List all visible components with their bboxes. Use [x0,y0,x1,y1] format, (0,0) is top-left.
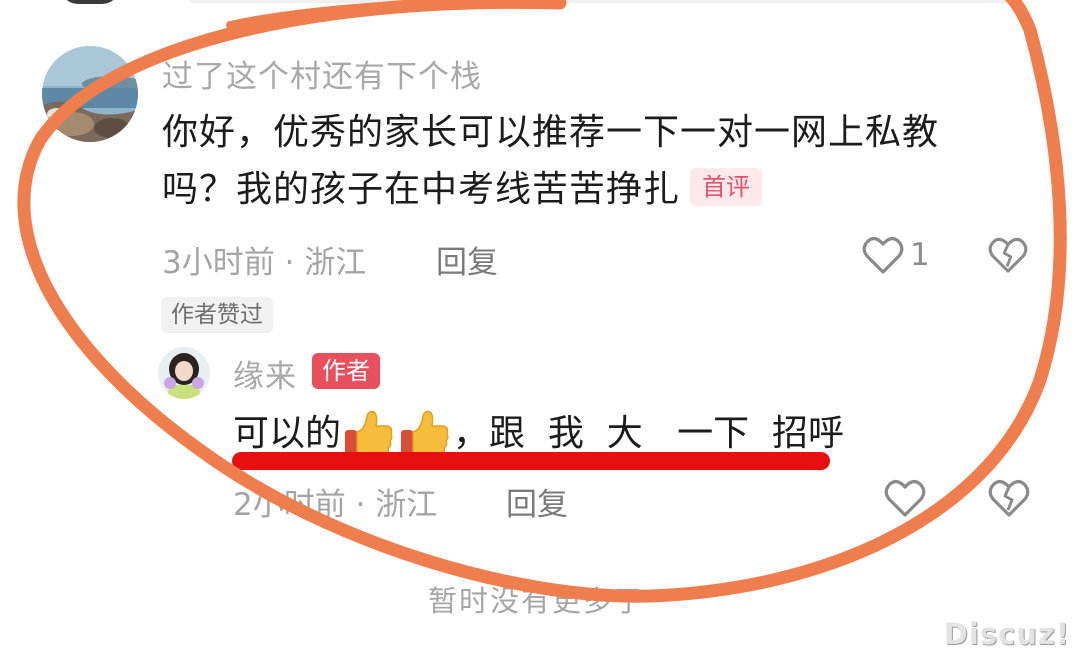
comment-text-line-2: 吗？我的孩子在中考线苦苦挣扎 首评 [162,161,939,218]
previous-avatar-edge [60,0,120,4]
no-more-comments-text: 暂时没有更多了 [428,584,646,618]
broken-heart-icon [988,237,1028,273]
first-comment-badge: 首评 [690,168,763,206]
comment-like-button[interactable]: 1 [862,235,930,275]
reply-like-button[interactable] [884,478,926,518]
comment-text-line-1: 你好，优秀的家长可以推荐一下一对一网上私教 [162,112,940,153]
author-username[interactable]: 缘来 [233,351,297,396]
reply-reply-button[interactable]: 回复 [506,479,568,524]
meta-dot: · [284,245,305,281]
reply-meta: 2小时前 · 浙江 [233,479,437,524]
meta-dot: · [355,487,376,523]
reply-time: 2小时前 [233,487,346,523]
comment-text: 你好，优秀的家长可以推荐一下一对一网上私教 吗？我的孩子在中考线苦苦挣扎 首评 [162,104,939,218]
author-avatar[interactable] [158,347,210,399]
reply-location: 浙江 [375,487,438,523]
author-badge: 作者 [312,353,380,389]
broken-heart-icon [988,480,1030,517]
comment-text-line-2-body: 吗？我的孩子在中考线苦苦挣扎 [162,169,681,210]
author-liked-badge: 作者赞过 [161,297,273,333]
previous-comment-divider [190,0,1005,3]
discuz-watermark: Discuz! [943,617,1070,651]
comment-meta: 3小时前 · 浙江 [162,237,366,282]
heart-outline-icon [862,237,904,274]
comment-time: 3小时前 [162,245,275,281]
heart-outline-icon [884,480,926,517]
commenter-username[interactable]: 过了这个村还有下个栈 [162,51,482,96]
comment-dislike-button[interactable] [988,235,1028,275]
portrait-avatar-image [158,347,210,399]
landscape-avatar-image [42,46,138,142]
commenter-avatar[interactable] [42,46,138,142]
reply-dislike-button[interactable] [988,478,1030,518]
comment-reply-button[interactable]: 回复 [436,237,498,282]
comment-like-count: 1 [910,237,930,273]
comment-location: 浙江 [304,245,367,281]
red-underline-annotation [232,452,830,470]
